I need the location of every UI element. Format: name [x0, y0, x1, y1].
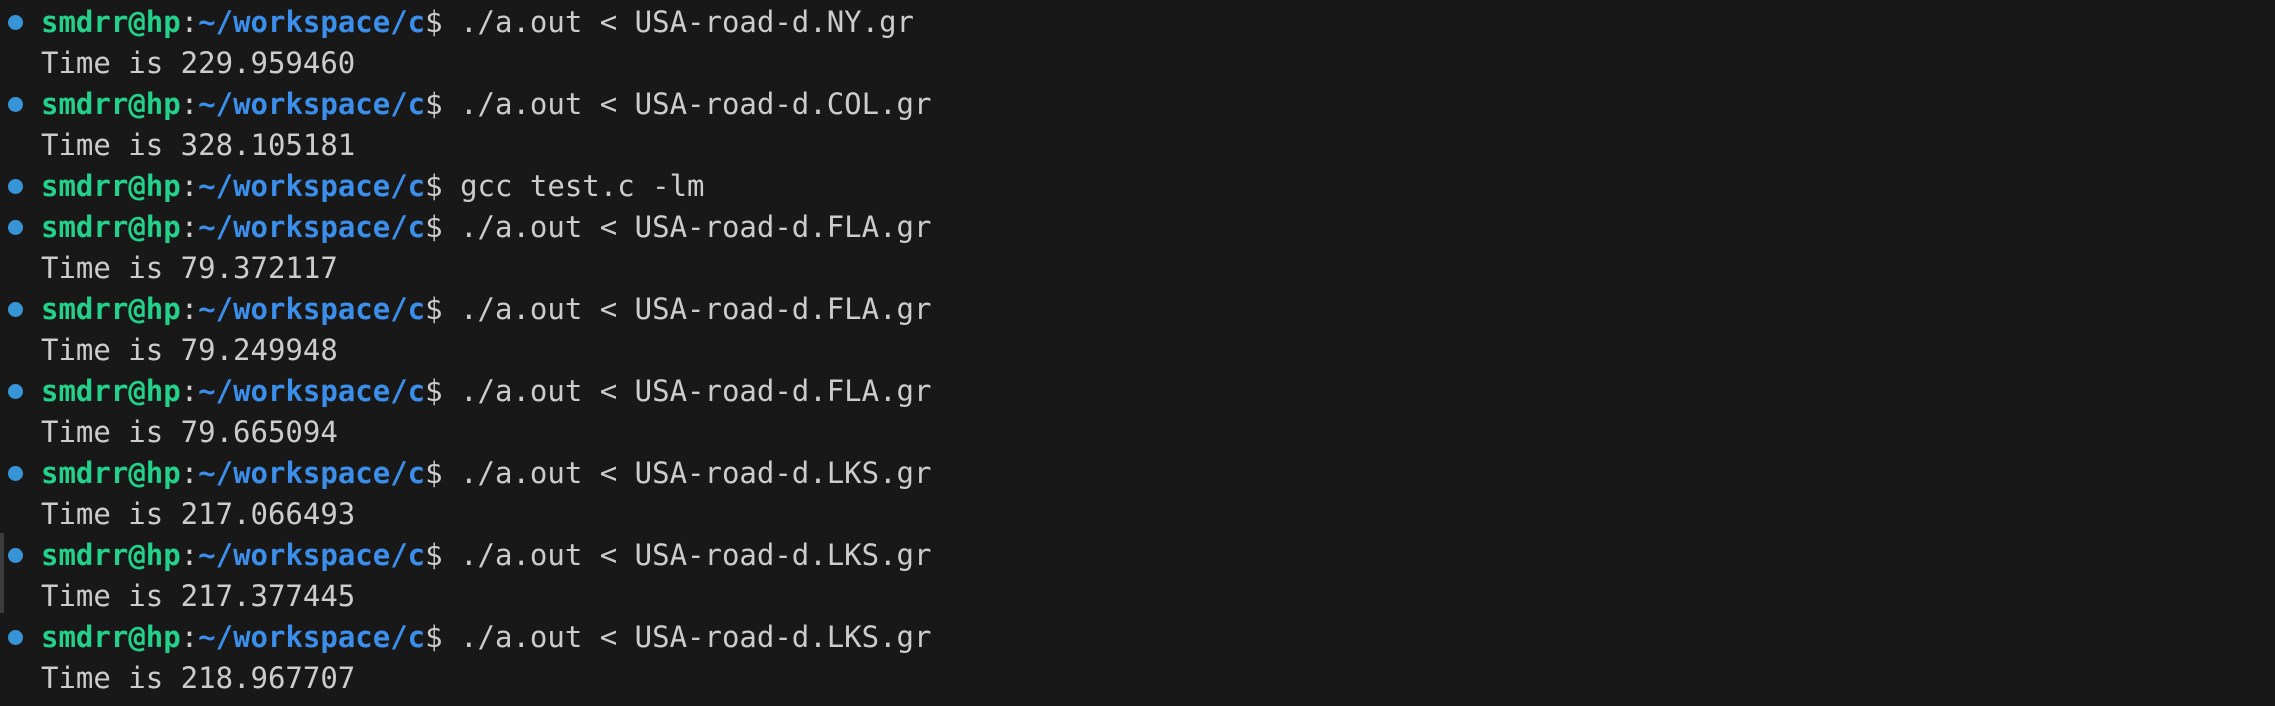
- command-decoration-icon[interactable]: [8, 548, 23, 563]
- output-text: Time is 217.377445: [41, 579, 356, 613]
- prompt-user-host: smdrr@hp: [41, 210, 181, 244]
- command-decoration-icon[interactable]: [8, 466, 23, 481]
- prompt-user-host: smdrr@hp: [41, 456, 181, 490]
- output-text: Time is 217.066493: [41, 497, 356, 531]
- terminal-panel[interactable]: smdrr@hp:~/workspace/c$ ./a.out < USA-ro…: [0, 0, 2275, 706]
- prompt-colon: :: [180, 169, 199, 203]
- output-text: Time is 328.105181: [41, 128, 356, 162]
- prompt-path: ~/workspace/c: [198, 87, 426, 121]
- output-text: Time is 229.959460: [41, 46, 356, 80]
- prompt-path: ~/workspace/c: [198, 5, 426, 39]
- prompt-path: ~/workspace/c: [198, 456, 426, 490]
- prompt-symbol: $: [425, 210, 443, 244]
- prompt-path: ~/workspace/c: [198, 292, 426, 326]
- prompt-symbol: $: [425, 374, 443, 408]
- prompt-user-host: smdrr@hp: [41, 620, 181, 654]
- prompt-user-host: smdrr@hp: [41, 87, 181, 121]
- output-text: Time is 79.665094: [41, 415, 338, 449]
- prompt-path: ~/workspace/c: [198, 169, 426, 203]
- prompt-colon: :: [180, 620, 199, 654]
- prompt-colon: :: [180, 538, 199, 572]
- output-text: Time is 79.249948: [41, 333, 338, 367]
- command-decoration-icon[interactable]: [8, 15, 23, 30]
- prompt-symbol: $: [425, 5, 443, 39]
- prompt-symbol: $: [425, 538, 443, 572]
- command-text: ./a.out < USA-road-d.FLA.gr: [442, 374, 932, 408]
- command-text: ./a.out < USA-road-d.LKS.gr: [442, 538, 932, 572]
- output-text: Time is 218.967707: [41, 661, 356, 695]
- prompt-colon: :: [180, 374, 199, 408]
- command-text: ./a.out < USA-road-d.COL.gr: [442, 87, 932, 121]
- command-decoration-icon[interactable]: [8, 220, 23, 235]
- prompt-user-host: smdrr@hp: [41, 374, 181, 408]
- prompt-path: ~/workspace/c: [198, 210, 426, 244]
- prompt-path: ~/workspace/c: [198, 374, 426, 408]
- prompt-symbol: $: [425, 456, 443, 490]
- prompt-user-host: smdrr@hp: [41, 169, 181, 203]
- prompt-user-host: smdrr@hp: [41, 5, 181, 39]
- command-decoration-icon[interactable]: [8, 630, 23, 645]
- command-decoration-icon[interactable]: [8, 384, 23, 399]
- prompt-path: ~/workspace/c: [198, 620, 426, 654]
- command-text: ./a.out < USA-road-d.LKS.gr: [442, 620, 932, 654]
- prompt-colon: :: [180, 87, 199, 121]
- command-text: ./a.out < USA-road-d.FLA.gr: [442, 210, 932, 244]
- output-text: Time is 79.372117: [41, 251, 338, 285]
- command-decoration-icon[interactable]: [8, 97, 23, 112]
- command-text: ./a.out < USA-road-d.FLA.gr: [442, 292, 932, 326]
- command-decoration-icon[interactable]: [8, 302, 23, 317]
- prompt-colon: :: [180, 456, 199, 490]
- prompt-symbol: $: [425, 87, 443, 121]
- command-text: gcc test.c -lm: [442, 169, 705, 203]
- prompt-symbol: $: [425, 292, 443, 326]
- prompt-symbol: $: [425, 620, 443, 654]
- prompt-colon: :: [180, 5, 199, 39]
- prompt-user-host: smdrr@hp: [41, 538, 181, 572]
- prompt-colon: :: [180, 210, 199, 244]
- prompt-path: ~/workspace/c: [198, 538, 426, 572]
- command-decoration-icon[interactable]: [8, 179, 23, 194]
- prompt-user-host: smdrr@hp: [41, 292, 181, 326]
- command-text: ./a.out < USA-road-d.LKS.gr: [442, 456, 932, 490]
- prompt-symbol: $: [425, 169, 443, 203]
- prompt-colon: :: [180, 292, 199, 326]
- command-text: ./a.out < USA-road-d.NY.gr: [442, 5, 915, 39]
- command-hover-marker: [0, 533, 4, 613]
